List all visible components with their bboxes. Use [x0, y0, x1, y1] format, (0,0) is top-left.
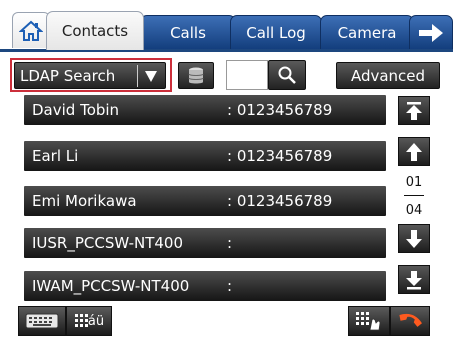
grid-dots-icon [74, 314, 88, 327]
keyboard-button[interactable] [18, 306, 66, 336]
contact-name: IWAM_PCCSW-NT400 [32, 277, 190, 295]
contact-phone: : [227, 234, 233, 252]
arrow-down-to-bottom-icon [406, 270, 422, 289]
page-divider [404, 195, 424, 196]
contact-name: Emi Morikawa [32, 192, 137, 210]
contact-row[interactable]: IWAM_PCCSW-NT400 : [24, 271, 386, 301]
arrow-down-icon [406, 229, 422, 248]
contact-phone: : [227, 277, 233, 295]
last-page-button[interactable] [398, 265, 430, 294]
search-toolbar: LDAP Search Advanced [0, 52, 453, 96]
tab-camera[interactable]: Camera [320, 15, 414, 50]
contact-name: Earl Li [32, 147, 79, 165]
tab-call-log[interactable]: Call Log [230, 15, 322, 50]
contact-row[interactable]: David Tobin : 0123456789 [24, 95, 386, 125]
dropdown-divider [137, 65, 138, 87]
magnifier-icon [278, 66, 296, 84]
dialpad-icon [356, 312, 381, 331]
page-down-button[interactable] [398, 224, 430, 253]
special-chars-label: áü [87, 313, 105, 329]
page-indicator: 01 04 [398, 171, 430, 221]
hangup-icon [399, 313, 422, 327]
dialpad-button[interactable] [348, 306, 390, 336]
search-button[interactable] [268, 60, 306, 90]
tab-bar: Contacts Calls Call Log Camera [0, 0, 453, 50]
current-page: 01 [405, 175, 423, 190]
tab-calls[interactable]: Calls [140, 15, 236, 50]
keyboard-icon [25, 313, 59, 329]
contact-phone: : 0123456789 [227, 192, 333, 210]
hangup-button[interactable] [390, 306, 430, 336]
first-page-button[interactable] [398, 96, 430, 125]
tab-contacts[interactable]: Contacts [46, 11, 144, 50]
search-mode-value: LDAP Search [20, 66, 116, 85]
contact-name: IUSR_PCCSW-NT400 [32, 234, 184, 252]
arrow-up-icon [406, 142, 422, 161]
special-chars-button[interactable]: áü [66, 306, 112, 336]
caret-down-icon [145, 71, 157, 82]
page-up-button[interactable] [398, 137, 430, 166]
database-button[interactable] [178, 62, 214, 89]
arrow-right-icon [419, 23, 443, 42]
database-icon [188, 67, 204, 83]
advanced-button[interactable]: Advanced [336, 62, 440, 89]
search-input[interactable] [226, 60, 268, 90]
total-pages: 04 [405, 203, 423, 218]
arrow-up-to-top-icon [406, 101, 422, 120]
home-icon [19, 20, 43, 41]
contact-row[interactable]: Earl Li : 0123456789 [24, 141, 386, 171]
contact-phone: : 0123456789 [227, 101, 333, 119]
contacts-screen: Contacts Calls Call Log Camera LDAP Sear… [0, 0, 453, 339]
contact-row[interactable]: IUSR_PCCSW-NT400 : [24, 228, 386, 258]
search-mode-dropdown[interactable]: LDAP Search [14, 62, 166, 89]
contact-name: David Tobin [32, 101, 120, 119]
next-tabs-button[interactable] [409, 15, 453, 50]
home-button[interactable] [12, 12, 50, 48]
contact-row[interactable]: Emi Morikawa : 0123456789 [24, 186, 386, 216]
contact-phone: : 0123456789 [227, 147, 333, 165]
